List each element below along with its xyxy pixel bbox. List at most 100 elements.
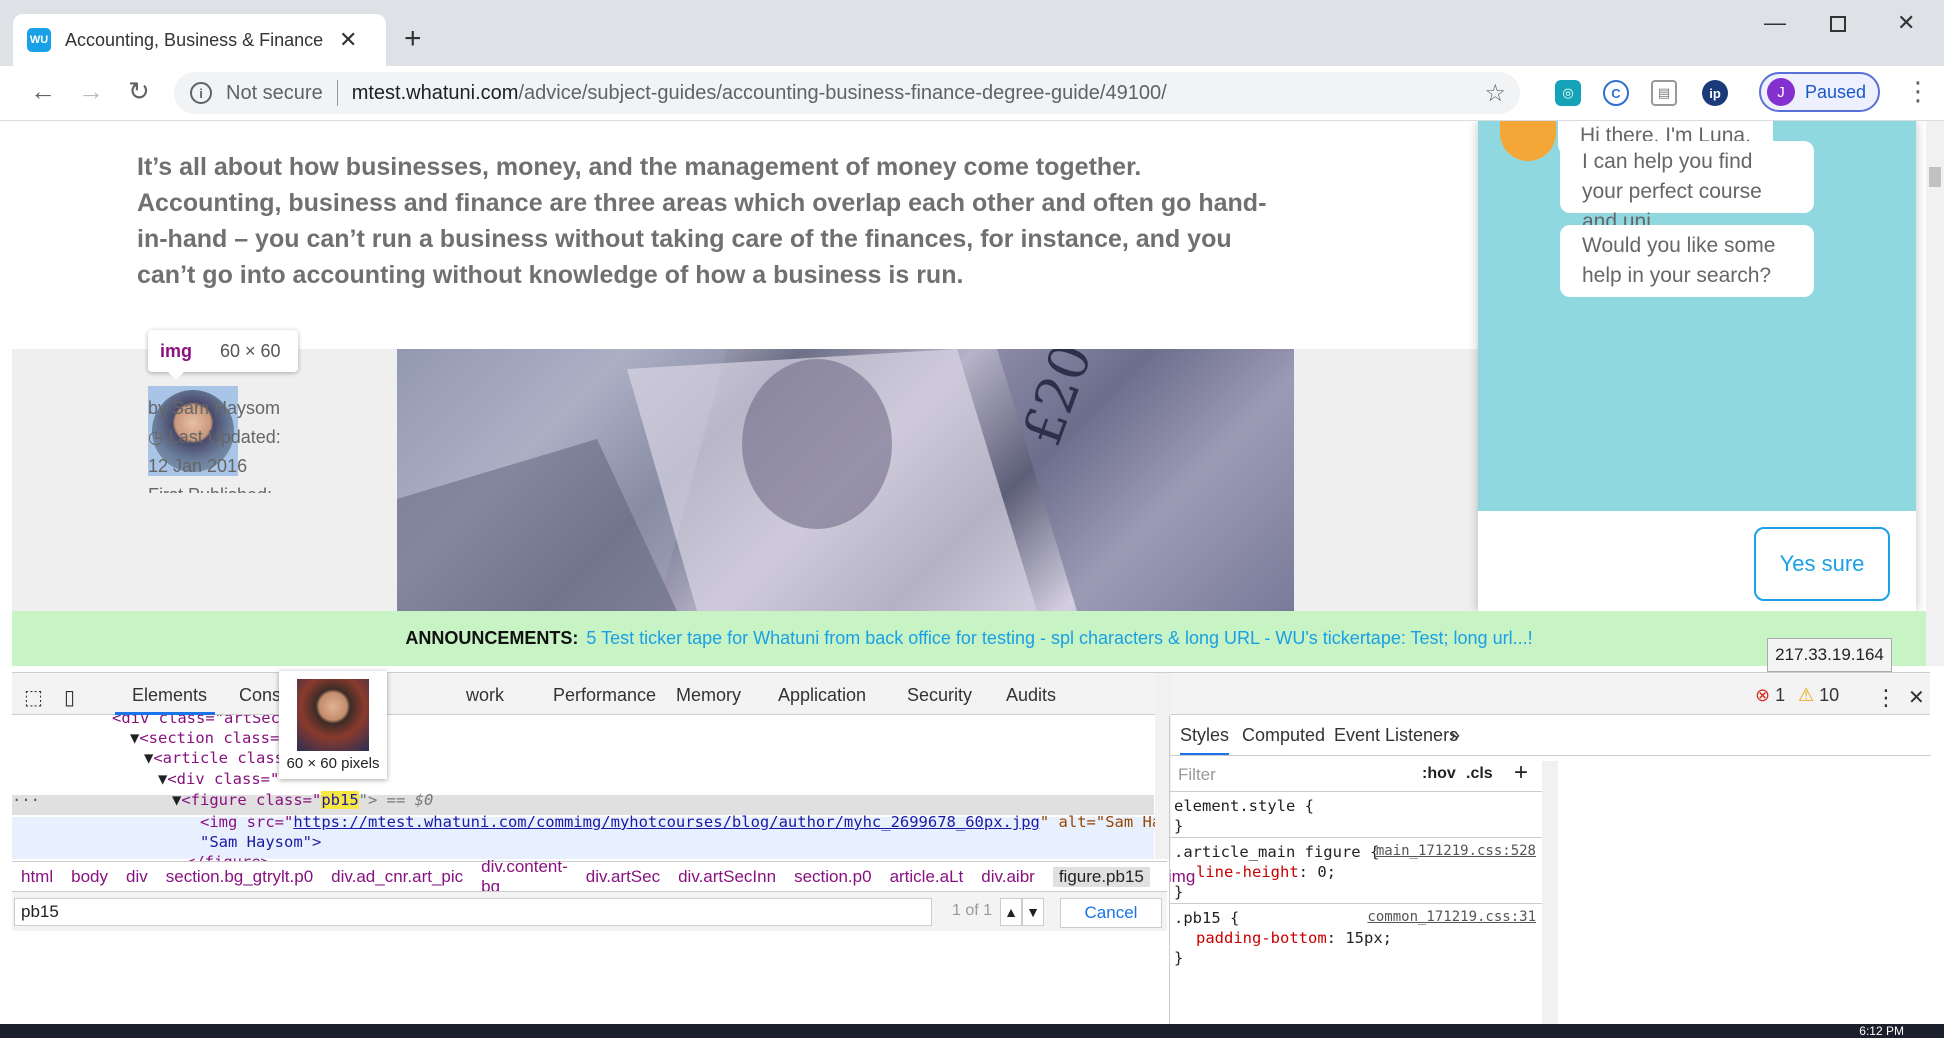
close-tab-icon[interactable]: ✕ [339,27,357,53]
crumb[interactable]: html [21,867,53,887]
ccleaner-icon[interactable]: C [1603,80,1629,106]
tab-application[interactable]: Application [778,685,866,706]
screenshot-icon[interactable]: ▤ [1651,80,1677,106]
url-path: /advice/subject-guides/accounting-busine… [518,81,1167,104]
page-scrollbar[interactable] [1926,121,1944,666]
styles-scrollbar[interactable] [1542,761,1558,1031]
crumb[interactable]: div [126,867,148,887]
maximize-icon[interactable] [1830,16,1846,32]
grammarly-icon[interactable]: ◎ [1555,80,1581,106]
tab-performance[interactable]: Performance [553,685,656,706]
dom-tag: <figure class=" [181,791,322,809]
dom-line[interactable]: ▼<article class [144,749,284,767]
tooltip-size: 60 × 60 [220,340,281,361]
css-declaration[interactable]: padding-bottom: 15px; [1196,929,1392,947]
hov-toggle[interactable]: :hov [1422,765,1456,783]
os-taskbar: 6:12 PM [0,1024,1944,1038]
device-toolbar-icon[interactable]: ▯ [64,685,75,710]
dom-attr: " alt="Sam Haysom" title= [1039,813,1155,831]
profile-button[interactable]: J Paused [1759,72,1880,112]
dom-line[interactable]: ▼<div class=" [158,770,279,788]
tab-audits[interactable]: Audits [1006,685,1056,706]
bookmark-star-icon[interactable]: ☆ [1484,79,1506,108]
inspect-element-icon[interactable]: ⬚ [24,685,43,710]
back-icon[interactable]: ← [30,76,56,107]
dom-tree: <div class="artSec ▼<section class=" ▼<a… [12,715,1155,861]
css-declaration[interactable]: line-height: 0; [1196,863,1336,881]
tooltip-tag: img [160,340,193,361]
tab-styles[interactable]: Styles [1180,725,1230,756]
crumb[interactable]: body [71,867,108,887]
web-page: It’s all about how businesses, money, an… [0,121,1926,611]
dom-search-bar: pb15 1 of 1 ▲ ▼ Cancel [12,891,1167,931]
banknotes-hero-image: £20 [397,349,1294,611]
search-next-icon[interactable]: ▼ [1022,898,1044,926]
security-label: Not secure [226,81,323,104]
tab-memory[interactable]: Memory [676,685,741,706]
image-preview [297,679,369,751]
cls-toggle[interactable]: .cls [1466,765,1493,783]
styles-filter-input[interactable]: Filter [1172,761,1408,789]
scrollbar-thumb[interactable] [1929,167,1941,187]
minimize-icon[interactable]: — [1764,10,1786,36]
tab-network[interactable]: work [466,685,504,706]
divider [1170,791,1542,792]
crumb[interactable]: div.artSecInn [678,867,776,887]
tab-computed[interactable]: Computed [1242,725,1325,746]
yes-sure-button[interactable]: Yes sure [1754,527,1890,601]
crumb-active[interactable]: figure.pb15 [1052,866,1150,887]
add-rule-icon[interactable]: + [1514,759,1528,787]
crumb[interactable]: article.aLt [890,867,964,887]
tab-elements[interactable]: Elements [132,685,207,706]
dom-line[interactable]: ▼<section class=" [130,729,289,747]
tab-event-listeners[interactable]: Event Listeners [1334,725,1458,746]
css-value: : 0; [1298,863,1336,881]
crumb[interactable]: div.ad_cnr.art_pic [331,867,463,887]
forward-icon[interactable]: → [78,76,104,107]
dom-tag: <section class=" [139,729,289,747]
new-tab-button[interactable]: + [404,22,422,56]
css-source-link[interactable]: main_171219.css:528 [1376,843,1536,859]
error-number: 1 [1775,685,1786,705]
crumb[interactable]: section.bg_gtrylt.p0 [166,867,313,887]
crumb[interactable]: div.aibr [981,867,1035,887]
dom-link[interactable]: https://mtest.whatuni.com/commimg/myhotc… [293,813,1040,831]
css-selector: .pb15 { [1174,909,1240,927]
browser-tab[interactable]: WU Accounting, Business & Finance De ✕ [13,14,386,66]
tab-security[interactable]: Security [907,685,972,706]
close-window-icon[interactable]: ✕ [1897,10,1915,36]
warning-count[interactable]: ⚠ 10 [1798,685,1839,706]
dom-line[interactable]: "Sam Haysom"> [200,833,321,851]
article-intro: It’s all about how businesses, money, an… [137,153,1267,289]
error-icon: ⊗ [1755,685,1771,705]
reload-icon[interactable]: ↻ [128,76,150,107]
crumb[interactable]: div.artSec [586,867,660,887]
search-prev-icon[interactable]: ▲ [1000,898,1022,926]
dom-search-input[interactable]: pb15 [14,898,932,926]
chat-message: Would you like some help in your search? [1560,225,1814,297]
dom-line[interactable]: <div class="artSec [112,715,280,727]
devtools-close-icon[interactable]: ✕ [1908,685,1925,710]
warning-number: 10 [1819,685,1840,705]
ip-icon[interactable]: ip [1702,80,1728,106]
cancel-button[interactable]: Cancel [1060,898,1162,928]
more-tabs-icon[interactable]: » [1450,725,1460,746]
devtools-menu-icon[interactable]: ⋮ [1875,685,1897,711]
image-preview-caption: 60 × 60 pixels [286,755,380,772]
tab-strip: WU Accounting, Business & Finance De ✕ +… [0,0,1944,66]
more-menu-icon[interactable]: ⋮ [1905,76,1931,107]
dom-line-img[interactable]: <img src="https://mtest.whatuni.com/comm… [200,813,1155,831]
avatar: J [1767,78,1795,106]
css-brace: } [1174,817,1184,835]
address-bar[interactable]: i Not secure mtest.whatuni.com/advice/su… [174,72,1520,114]
bot-avatar-icon [1500,121,1556,161]
crumb[interactable]: section.p0 [794,867,872,887]
row-ellipsis-icon[interactable]: ··· [12,791,40,809]
css-source-link[interactable]: common_171219.css:31 [1367,909,1536,925]
dom-line-figure[interactable]: ▼<figure class="pb15"> == $0 [172,791,433,809]
dom-line[interactable]: </figure> [186,853,270,861]
info-icon[interactable]: i [190,82,212,104]
error-count[interactable]: ⊗ 1 [1755,685,1785,706]
ticker-link[interactable]: 5 Test ticker tape for Whatuni from back… [586,628,1532,649]
url-host: mtest.whatuni.com [351,81,519,104]
